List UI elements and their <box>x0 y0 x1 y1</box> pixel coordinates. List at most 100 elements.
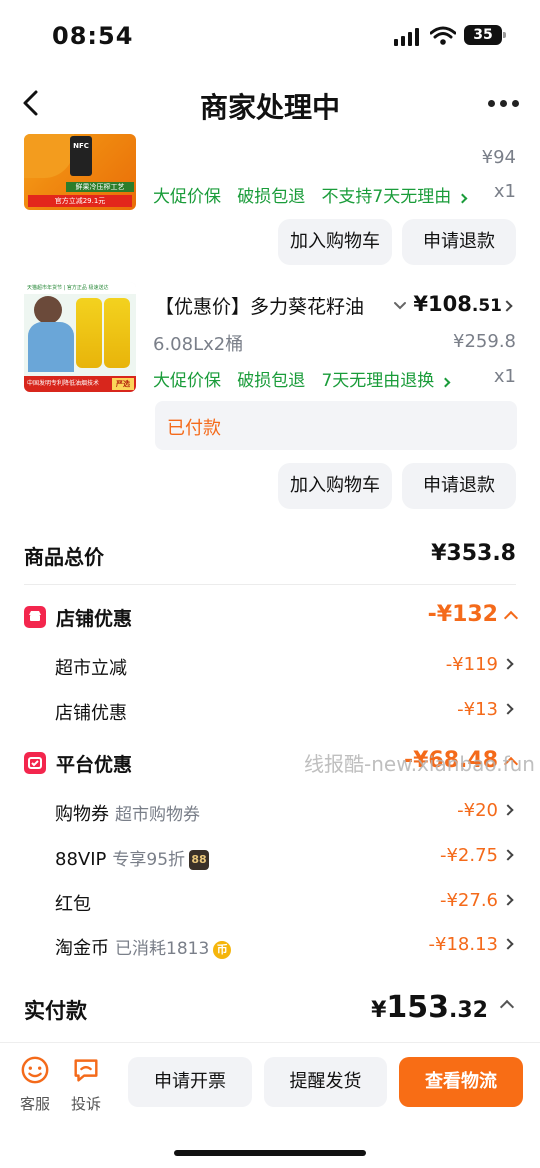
discount-name: 88VIP <box>55 849 107 870</box>
discount-name: 超市立减 <box>55 658 127 679</box>
item1-qty: x1 <box>493 181 516 202</box>
goods-total-row: 商品总价 ¥353.8 <box>24 541 516 570</box>
watermark-text: 线报酷-new.xianbao.fun <box>304 752 535 776</box>
customer-service-button[interactable]: 客服 <box>10 1055 60 1114</box>
goods-total-value: ¥353.8 <box>431 541 516 566</box>
more-options-icon[interactable] <box>488 100 520 108</box>
juice-bottle: NFC <box>70 136 92 176</box>
chevron-up-icon <box>503 610 519 626</box>
chevron-right-icon <box>502 658 514 670</box>
discount-sub: 已消耗1813 <box>115 939 210 959</box>
store-discount-total: -¥132 <box>428 602 519 627</box>
status-bar: 08:54 35 <box>0 0 540 70</box>
add-to-cart-button[interactable]: 加入购物车 <box>278 219 392 265</box>
discount-item-taojinbi[interactable]: 淘金币 已消耗1813 币 -¥18.13 <box>55 934 516 959</box>
discount-item-coupon[interactable]: 购物券 超市购物券 -¥20 <box>55 800 516 825</box>
discount-name: 淘金币 <box>55 938 109 959</box>
orange-fruit-shape <box>24 134 74 178</box>
discount-name: 购物券 <box>55 804 109 825</box>
add-to-cart-button[interactable]: 加入购物车 <box>278 463 392 509</box>
chevron-right-icon <box>502 804 514 816</box>
chevron-right-icon <box>502 894 514 906</box>
88vip-badge-icon: 88 <box>189 850 210 870</box>
paid-status-text: 已付款 <box>167 418 221 439</box>
actual-payment-value: ¥153.32 <box>371 990 488 1025</box>
request-refund-button[interactable]: 申请退款 <box>402 463 516 509</box>
item2-service-tags[interactable]: 大促价保 破损包退 7天无理由退换 <box>153 366 451 391</box>
oil-bottle-left <box>76 298 102 368</box>
customer-service-label: 客服 <box>19 1095 50 1113</box>
discount-amount: -¥119 <box>445 654 498 675</box>
item2-spec: 6.08Lx2桶 <box>153 334 244 355</box>
chevron-right-icon <box>502 849 514 861</box>
customer-service-icon <box>21 1056 49 1084</box>
item2-price: ¥108.51 <box>413 292 502 316</box>
complaint-icon <box>74 1059 98 1082</box>
chevron-right-icon[interactable] <box>501 300 513 312</box>
discount-amount: -¥27.6 <box>439 890 498 911</box>
tag-no-7day: 不支持7天无理由 <box>321 187 452 207</box>
discount-item-redpacket[interactable]: 红包 -¥27.6 <box>55 890 516 915</box>
discount-amount: -¥18.13 <box>428 934 498 955</box>
tag-damage-return: 破损包退 <box>237 371 306 391</box>
battery-icon: 35 <box>464 25 506 45</box>
paid-status-box: 已付款 <box>155 401 517 450</box>
store-discount-label: 店铺优惠 <box>56 608 133 630</box>
actual-payment-label: 实付款 <box>24 999 87 1023</box>
discount-item-88vip[interactable]: 88VIP 专享95折 88 -¥2.75 <box>55 845 516 870</box>
tag-price-protect: 大促价保 <box>153 371 221 391</box>
complaint-button[interactable]: 投诉 <box>61 1055 111 1114</box>
oil-bottle-right <box>104 298 130 368</box>
discount-name: 店铺优惠 <box>55 703 127 724</box>
status-time: 08:54 <box>52 22 134 50</box>
remind-shipping-button[interactable]: 提醒发货 <box>264 1057 387 1107</box>
request-refund-button[interactable]: 申请退款 <box>402 219 516 265</box>
cellular-signal-icon <box>394 28 420 46</box>
thumb-caption: 鲜果冷压榨工艺 <box>66 182 134 192</box>
chevron-down-icon[interactable] <box>393 301 407 311</box>
discount-amount: -¥2.75 <box>439 845 498 866</box>
nav-bar: 商家处理中 <box>0 80 540 130</box>
discount-name: 红包 <box>55 894 91 915</box>
platform-discount-label: 平台优惠 <box>56 754 133 776</box>
actual-payment-row[interactable]: 实付款 ¥153.32 <box>24 990 516 1030</box>
discount-sub: 专享95折 <box>112 850 186 870</box>
tag-price-protect: 大促价保 <box>153 187 221 207</box>
wifi-icon <box>430 26 456 45</box>
person-shirt <box>28 322 74 372</box>
discount-amount: -¥13 <box>457 699 498 720</box>
platform-icon <box>24 752 46 774</box>
person-head <box>34 296 62 324</box>
complaint-label: 投诉 <box>70 1095 101 1113</box>
item2-original-price: ¥259.8 <box>453 331 516 352</box>
chevron-right-icon <box>502 938 514 950</box>
view-logistics-button[interactable]: 查看物流 <box>399 1057 523 1107</box>
item2-qty: x1 <box>493 366 516 387</box>
discount-item-store[interactable]: 店铺优惠 -¥13 <box>55 699 516 724</box>
strict-select-tag: 严选 <box>112 378 134 390</box>
chevron-right-icon <box>502 703 514 715</box>
tag-7day-return: 7天无理由退换 <box>321 371 435 391</box>
divider <box>24 584 516 585</box>
chevron-up-icon <box>499 999 515 1015</box>
item2-title[interactable]: 【优惠价】多力葵花籽油 <box>155 292 377 319</box>
product-image-oil[interactable]: 天猫超市年货节 | 官方正品 极速送达 中国发明专利降低油烟技术 严选 <box>24 282 136 392</box>
goods-total-label: 商品总价 <box>24 545 104 569</box>
home-indicator[interactable] <box>174 1150 366 1156</box>
tag-damage-return: 破损包退 <box>237 187 306 207</box>
chevron-right-icon <box>440 377 451 388</box>
thumb-badge: 官方立减29.1元 <box>28 195 132 207</box>
product-image-juice[interactable]: NFC 鲜果冷压榨工艺 官方立减29.1元 <box>24 134 136 210</box>
discount-amount: -¥20 <box>457 800 498 821</box>
page-title: 商家处理中 <box>199 91 340 124</box>
item1-service-tags[interactable]: 大促价保 破损包退 不支持7天无理由 <box>153 182 468 207</box>
request-invoice-button[interactable]: 申请开票 <box>128 1057 252 1107</box>
discount-item-supermarket[interactable]: 超市立减 -¥119 <box>55 654 516 679</box>
oil-thumb-header: 天猫超市年货节 | 官方正品 极速送达 <box>24 282 136 294</box>
discount-sub: 超市购物券 <box>115 805 200 825</box>
coin-icon: 币 <box>213 941 232 959</box>
store-discount-header[interactable]: 店铺优惠 -¥132 <box>24 602 519 632</box>
store-icon <box>24 606 46 628</box>
item1-price: ¥94 <box>481 147 516 168</box>
chevron-right-icon <box>457 193 468 204</box>
